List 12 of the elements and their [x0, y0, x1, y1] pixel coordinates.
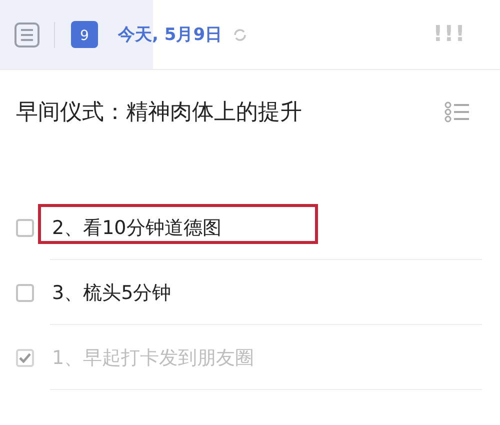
checkmark-icon — [19, 352, 31, 362]
list-icon[interactable] — [14, 22, 40, 48]
date-label[interactable]: 今天, 5月9日 — [118, 23, 222, 46]
checkbox[interactable] — [16, 284, 34, 302]
checkbox[interactable] — [16, 348, 34, 366]
checklist-icon[interactable] — [444, 101, 470, 123]
calendar-day[interactable]: 9 — [71, 21, 98, 48]
checkbox[interactable] — [16, 218, 34, 236]
sync-icon[interactable] — [232, 26, 248, 42]
task-text[interactable]: 3、梳头5分钟 — [52, 280, 172, 306]
task-text[interactable]: 2、看10分钟道德图 — [52, 214, 222, 240]
list-title: 早间仪式：精神肉体上的提升 — [16, 99, 302, 127]
